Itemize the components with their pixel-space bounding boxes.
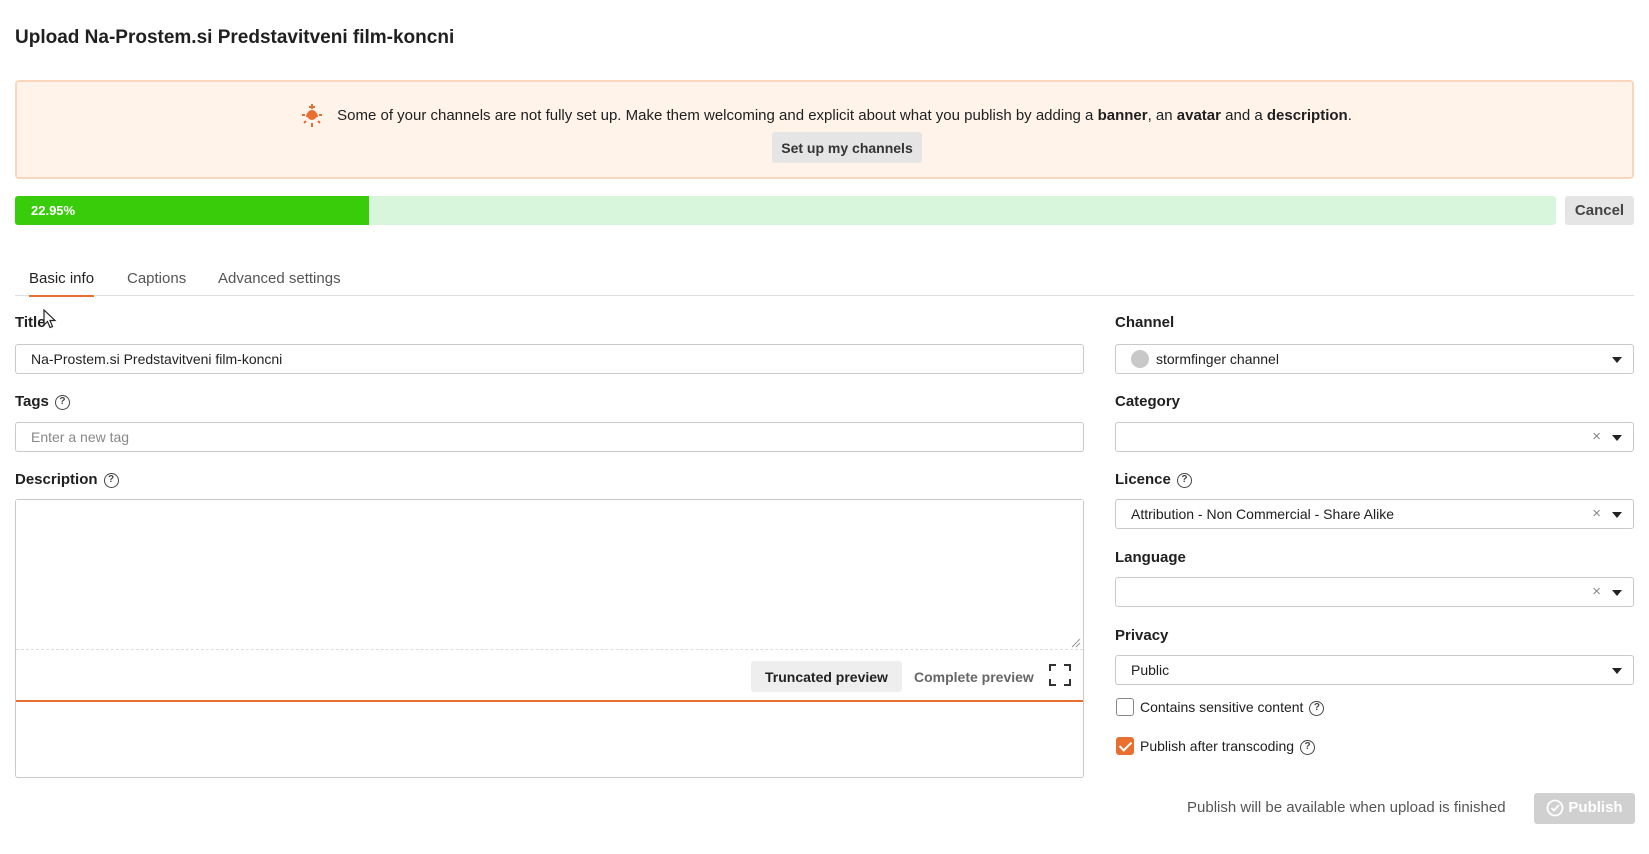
resize-handle-icon[interactable] bbox=[1071, 638, 1081, 648]
category-label: Category bbox=[1115, 393, 1181, 410]
language-label: Language bbox=[1115, 549, 1186, 566]
setup-channels-button[interactable]: Set up my channels bbox=[772, 132, 922, 163]
page-title: Upload Na-Prostem.si Predstavitveni film… bbox=[15, 27, 455, 48]
truncated-preview-button[interactable]: Truncated preview bbox=[751, 661, 902, 692]
channel-setup-alert: Some of your channels are not fully set … bbox=[15, 80, 1634, 179]
publish-availability-note: Publish will be available when upload is… bbox=[1187, 799, 1506, 816]
chevron-down-icon bbox=[1612, 590, 1622, 596]
language-select[interactable]: × bbox=[1115, 577, 1634, 607]
tab-captions[interactable]: Captions bbox=[127, 270, 186, 287]
help-icon[interactable]: ? bbox=[1300, 739, 1316, 755]
lamp-icon bbox=[302, 104, 323, 127]
title-input[interactable] bbox=[15, 344, 1084, 374]
help-icon[interactable]: ? bbox=[1309, 700, 1325, 716]
help-icon[interactable]: ? bbox=[1176, 472, 1192, 488]
sensitive-content-checkbox[interactable] bbox=[1116, 698, 1134, 717]
preview-bar: Truncated preview Complete preview bbox=[16, 650, 1083, 702]
help-icon[interactable]: ? bbox=[103, 472, 119, 488]
chevron-down-icon bbox=[1612, 668, 1622, 674]
tags-input[interactable] bbox=[15, 422, 1084, 452]
tab-bar: Basic info Captions Advanced settings bbox=[15, 262, 1634, 297]
channel-avatar-icon bbox=[1131, 350, 1149, 369]
privacy-select[interactable]: Public bbox=[1115, 655, 1634, 685]
publish-button[interactable]: Publish bbox=[1534, 793, 1635, 824]
mouse-pointer-icon bbox=[43, 309, 57, 329]
complete-preview-button[interactable]: Complete preview bbox=[900, 661, 1048, 692]
check-circle-icon bbox=[1547, 799, 1564, 816]
publish-after-transcoding-option: Publish after transcoding? bbox=[1116, 737, 1316, 756]
clear-icon[interactable]: × bbox=[1592, 423, 1601, 451]
category-select[interactable]: × bbox=[1115, 422, 1634, 452]
fullscreen-icon[interactable] bbox=[1047, 662, 1073, 688]
help-icon[interactable]: ? bbox=[54, 394, 70, 410]
tab-basic-info[interactable]: Basic info bbox=[29, 270, 95, 297]
cancel-upload-button[interactable]: Cancel bbox=[1565, 196, 1634, 225]
sensitive-content-option: Contains sensitive content? bbox=[1116, 698, 1325, 717]
chevron-down-icon bbox=[1612, 512, 1622, 518]
title-label: Title bbox=[15, 314, 46, 331]
tab-advanced-settings[interactable]: Advanced settings bbox=[218, 270, 341, 287]
description-label: Description? bbox=[15, 471, 119, 488]
description-editor: Truncated preview Complete preview bbox=[15, 499, 1084, 778]
alert-text: Some of your channels are not fully set … bbox=[337, 106, 1352, 124]
chevron-down-icon bbox=[1612, 357, 1622, 363]
clear-icon[interactable]: × bbox=[1592, 578, 1601, 606]
tags-label: Tags? bbox=[15, 393, 70, 410]
upload-progress-bar: 22.95% bbox=[15, 196, 1556, 225]
privacy-label: Privacy bbox=[1115, 627, 1169, 644]
licence-select[interactable]: Attribution - Non Commercial - Share Ali… bbox=[1115, 499, 1634, 529]
publish-after-transcoding-checkbox[interactable] bbox=[1116, 737, 1134, 756]
channel-label: Channel bbox=[1115, 314, 1175, 331]
upload-progress-fill: 22.95% bbox=[15, 196, 369, 225]
description-textarea[interactable] bbox=[16, 500, 1083, 650]
clear-icon[interactable]: × bbox=[1592, 500, 1601, 528]
licence-label: Licence? bbox=[1115, 471, 1192, 488]
chevron-down-icon bbox=[1612, 435, 1622, 441]
channel-select[interactable]: stormfinger channel bbox=[1115, 344, 1634, 374]
